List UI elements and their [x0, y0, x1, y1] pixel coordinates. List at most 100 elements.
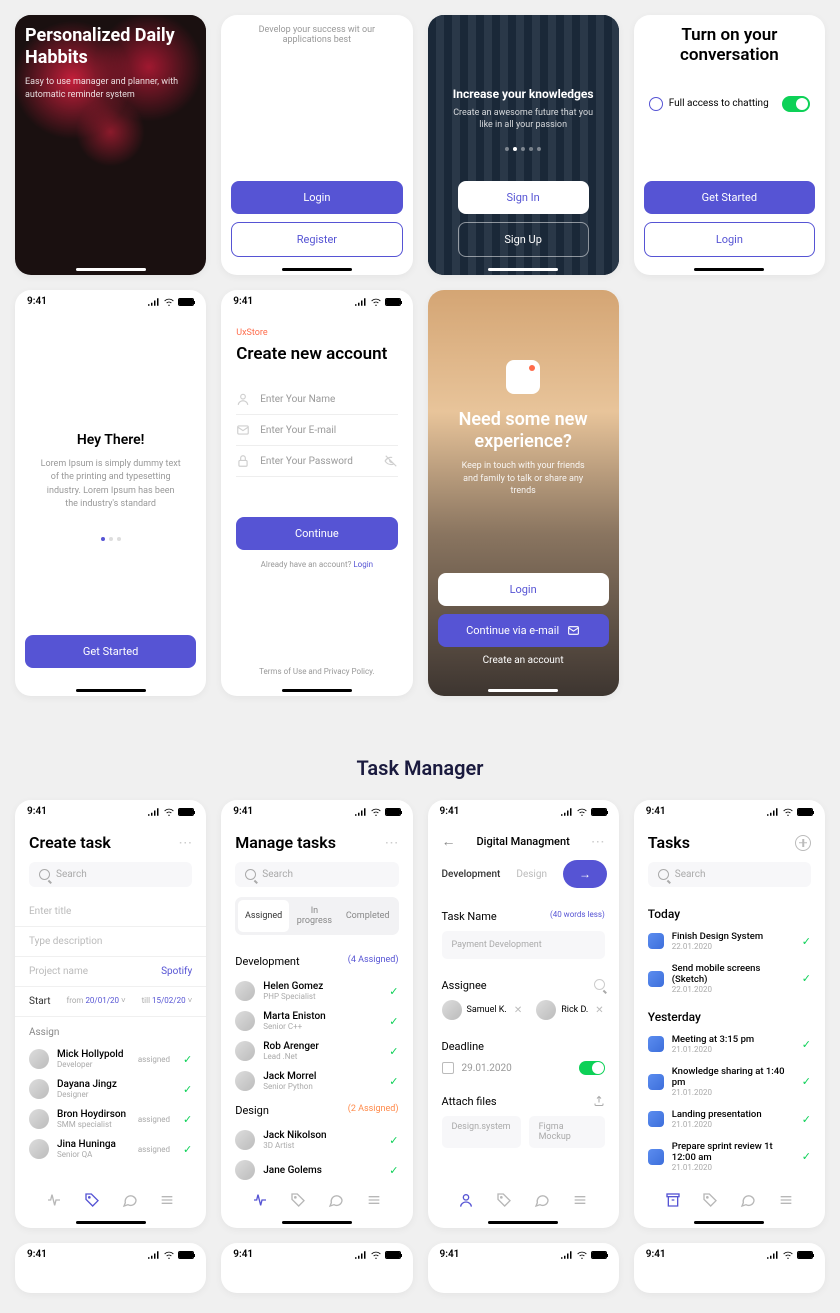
title-input[interactable]: Enter title	[15, 897, 206, 927]
login-button[interactable]: Login	[438, 573, 609, 606]
subtitle: Keep in touch with your friends and fami…	[428, 460, 619, 498]
status-bar: 9:41	[634, 800, 825, 823]
continue-button[interactable]: Continue	[236, 517, 397, 550]
name-input[interactable]: Enter Your Name	[236, 384, 397, 415]
search-input[interactable]: Search	[235, 862, 398, 887]
avatar	[29, 1079, 49, 1099]
person-row[interactable]: Jane Golems✓	[221, 1155, 412, 1185]
more-icon[interactable]: ⋯	[591, 834, 605, 850]
task-row[interactable]: Finish Design System22.01.2020✓	[634, 925, 825, 957]
check-icon: ✓	[389, 1134, 398, 1147]
tab-design[interactable]: Design	[516, 869, 547, 880]
tag-icon[interactable]	[290, 1192, 306, 1208]
login-button[interactable]: Login	[644, 222, 815, 257]
chat-icon[interactable]	[740, 1192, 756, 1208]
tag-icon[interactable]	[84, 1192, 100, 1208]
add-icon[interactable]	[795, 835, 811, 851]
person-row[interactable]: Jack Nikolson3D Artist✓	[221, 1125, 412, 1155]
file-chip[interactable]: Figma Mockup	[529, 1116, 605, 1148]
search-input[interactable]: Search	[29, 862, 192, 887]
remove-icon[interactable]: ✕	[514, 1005, 522, 1016]
assignee-chip[interactable]: Samuel K.✕	[442, 1000, 523, 1020]
attach-label: Attach files	[442, 1095, 497, 1108]
page-title: Manage tasks	[235, 833, 336, 852]
eye-off-icon[interactable]	[384, 454, 398, 468]
tab-assigned[interactable]: Assigned	[238, 900, 289, 932]
manage-tasks-screen: 9:41 Manage tasks⋯ Search Assigned In pr…	[221, 800, 412, 1228]
person-row[interactable]: Dayana JingzDesigner✓	[15, 1074, 206, 1104]
task-row[interactable]: Meeting at 3:15 pm21.01.2020✓	[634, 1028, 825, 1060]
calendar-icon[interactable]	[442, 1062, 454, 1074]
menu-icon[interactable]	[572, 1192, 588, 1208]
menu-icon[interactable]	[778, 1192, 794, 1208]
file-chip[interactable]: Design.system	[442, 1116, 521, 1148]
upload-icon[interactable]	[593, 1095, 605, 1107]
person-row[interactable]: Helen GomezPHP Specialist✓	[221, 976, 412, 1006]
deadline-toggle[interactable]	[579, 1061, 605, 1075]
get-started-button[interactable]: Get Started	[25, 635, 196, 668]
signup-button[interactable]: Sign Up	[458, 222, 589, 257]
login-button[interactable]: Login	[231, 181, 402, 214]
bottom-nav	[634, 1186, 825, 1214]
description-input[interactable]: Type description	[15, 927, 206, 957]
mail-icon	[236, 423, 250, 437]
continue-email-button[interactable]: Continue via e-mail	[438, 614, 609, 647]
person-row[interactable]: Rob ArengerLead .Net✓	[221, 1036, 412, 1066]
page-dots	[448, 147, 599, 151]
title: Need some new experience?	[428, 409, 619, 452]
tab-development[interactable]: Development	[442, 869, 501, 880]
register-button[interactable]: Register	[231, 222, 402, 257]
status-bar: 9:41	[634, 1243, 825, 1266]
task-row[interactable]: Landing presentation21.01.2020✓	[634, 1103, 825, 1135]
back-icon[interactable]: ←	[442, 833, 456, 850]
tab-completed[interactable]: Completed	[340, 900, 396, 932]
tag-icon[interactable]	[702, 1192, 718, 1208]
password-input[interactable]: Enter Your Password	[236, 446, 397, 477]
more-icon[interactable]: ⋯	[178, 835, 192, 851]
activity-icon[interactable]	[252, 1192, 268, 1208]
activity-icon[interactable]	[46, 1192, 62, 1208]
menu-icon[interactable]	[366, 1192, 382, 1208]
task-row[interactable]: Knowledge sharing at 1:40 pm21.01.2020✓	[634, 1060, 825, 1103]
person-row[interactable]: Marta EnistonSenior C++✓	[221, 1006, 412, 1036]
person-row[interactable]: Jack MorrelSenior Python✓	[221, 1066, 412, 1096]
menu-icon[interactable]	[159, 1192, 175, 1208]
chat-icon[interactable]	[328, 1192, 344, 1208]
more-icon[interactable]: ⋯	[385, 835, 399, 851]
title: Increase your knowledges	[448, 87, 599, 101]
email-input[interactable]: Enter Your E-mail	[236, 415, 397, 446]
person-row[interactable]: Bron HoydirsonSMM specialistassigned✓	[15, 1104, 206, 1134]
task-icon	[648, 971, 664, 987]
login-link[interactable]: Login	[353, 560, 373, 569]
date-range[interactable]: Start from 20/01/20 ˅ till 15/02/20 ˅	[15, 987, 206, 1017]
page-title: Tasks	[648, 833, 690, 852]
onboarding-login: Develop your success wit our application…	[221, 15, 412, 275]
task-name-input[interactable]: Payment Development	[442, 931, 605, 959]
signin-button[interactable]: Sign In	[458, 181, 589, 214]
assignee-chip[interactable]: Rick D.✕	[536, 1000, 603, 1020]
page-title: Create task	[29, 833, 111, 852]
get-started-button[interactable]: Get Started	[644, 181, 815, 214]
chat-toggle[interactable]	[782, 96, 810, 112]
chat-icon[interactable]	[534, 1192, 550, 1208]
terms-link[interactable]: Terms of Use and Privacy Policy.	[221, 667, 412, 676]
group-dev: Development	[235, 955, 299, 968]
avatar	[235, 1071, 255, 1091]
project-input[interactable]: Project nameSpotify	[15, 957, 206, 987]
next-button[interactable]: →	[563, 860, 607, 888]
person-row[interactable]: Mick HollypoldDeveloperassigned✓	[15, 1044, 206, 1074]
tab-progress[interactable]: In progress	[289, 900, 340, 932]
archive-icon[interactable]	[665, 1192, 681, 1208]
user-icon[interactable]	[458, 1192, 474, 1208]
task-row[interactable]: Prepare sprint review 1t 12:00 am21.01.2…	[634, 1135, 825, 1178]
task-row[interactable]: Send mobile screens (Sketch)22.01.2020✓	[634, 957, 825, 1000]
tagline: Develop your success wit our application…	[221, 25, 412, 45]
search-icon[interactable]	[594, 979, 605, 990]
title: Hey There!	[77, 432, 145, 448]
person-row[interactable]: Jina HuningaSenior QAassigned✓	[15, 1134, 206, 1164]
search-input[interactable]: Search	[648, 862, 811, 887]
create-account-link[interactable]: Create an account	[428, 655, 619, 666]
chat-icon[interactable]	[122, 1192, 138, 1208]
tag-icon[interactable]	[496, 1192, 512, 1208]
remove-icon[interactable]: ✕	[595, 1005, 603, 1016]
